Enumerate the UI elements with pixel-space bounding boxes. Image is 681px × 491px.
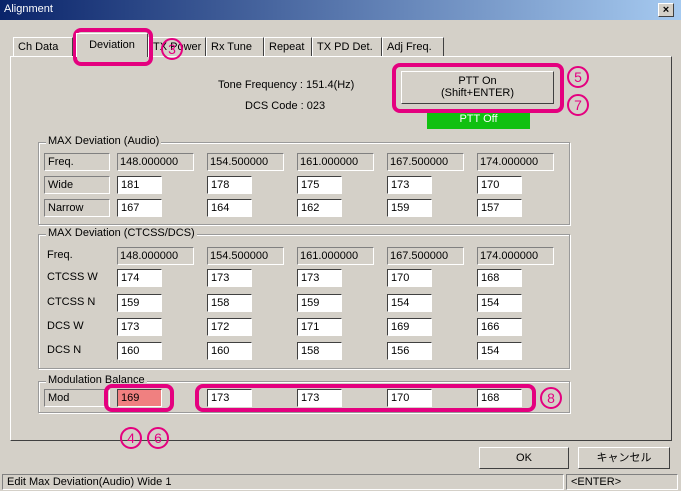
ctcss-n-input-2[interactable]: 158 (207, 294, 252, 312)
dcs-n-input-1[interactable]: 160 (117, 342, 162, 360)
audio-narrow-label: Narrow (44, 199, 110, 217)
audio-freq-5: 174.000000 (477, 153, 554, 171)
callout-8-icon: 8 (540, 387, 562, 409)
audio-narrow-input-4[interactable]: 159 (387, 199, 432, 217)
audio-wide-input-4[interactable]: 173 (387, 176, 432, 194)
ctcss-freq-5: 174.000000 (477, 247, 554, 265)
ctcss-freq-1: 148.000000 (117, 247, 194, 265)
audio-wide-input-5[interactable]: 170 (477, 176, 522, 194)
ctcss-w-input-2[interactable]: 173 (207, 269, 252, 287)
highlight-mod-first (104, 384, 174, 412)
alignment-window: Alignment × Ch Data Deviation TX Power R… (0, 0, 681, 491)
dcs-w-input-5[interactable]: 166 (477, 318, 522, 336)
dcs-n-input-4[interactable]: 156 (387, 342, 432, 360)
highlight-mod-rest (195, 384, 536, 412)
callout-5-icon: 5 (567, 66, 589, 88)
ctcss-w-input-3[interactable]: 173 (297, 269, 342, 287)
callout-6-icon: 6 (147, 427, 169, 449)
window-title: Alignment (4, 3, 53, 15)
tab-deviation[interactable]: Deviation (76, 33, 148, 57)
dcs-n-input-5[interactable]: 154 (477, 342, 522, 360)
ctcss-n-input-5[interactable]: 154 (477, 294, 522, 312)
audio-freq-4: 167.500000 (387, 153, 464, 171)
audio-freq-label: Freq. (44, 153, 110, 171)
ctcss-freq-3: 161.000000 (297, 247, 374, 265)
ctcss-n-input-4[interactable]: 154 (387, 294, 432, 312)
ctcss-n-label: CTCSS N (47, 296, 96, 308)
tab-repeat[interactable]: Repeat (264, 37, 312, 57)
cancel-button[interactable]: キャンセル (578, 447, 670, 469)
dcs-n-label: DCS N (47, 344, 82, 356)
ctcss-w-input-4[interactable]: 170 (387, 269, 432, 287)
audio-wide-input-3[interactable]: 175 (297, 176, 342, 194)
audio-freq-3: 161.000000 (297, 153, 374, 171)
ctcss-freq-label: Freq. (47, 249, 73, 261)
dcs-w-input-1[interactable]: 173 (117, 318, 162, 336)
ok-button[interactable]: OK (479, 447, 569, 469)
ctcss-freq-4: 167.500000 (387, 247, 464, 265)
ctcss-w-input-5[interactable]: 168 (477, 269, 522, 287)
audio-wide-input-2[interactable]: 178 (207, 176, 252, 194)
audio-wide-input-1[interactable]: 181 (117, 176, 162, 194)
status-key: <ENTER> (566, 474, 678, 490)
dcs-code-label: DCS Code : 023 (245, 100, 326, 112)
callout-7-icon: 7 (567, 94, 589, 116)
audio-narrow-input-5[interactable]: 157 (477, 199, 522, 217)
ctcss-freq-2: 154.500000 (207, 247, 284, 265)
audio-narrow-input-2[interactable]: 164 (207, 199, 252, 217)
dcs-w-label: DCS W (47, 320, 84, 332)
status-message: Edit Max Deviation(Audio) Wide 1 (2, 474, 564, 490)
dcs-w-input-4[interactable]: 169 (387, 318, 432, 336)
mod-label: Mod (44, 389, 110, 407)
close-button[interactable]: × (658, 3, 674, 17)
audio-freq-2: 154.500000 (207, 153, 284, 171)
audio-freq-1: 148.000000 (117, 153, 194, 171)
dcs-n-input-3[interactable]: 158 (297, 342, 342, 360)
dcs-n-input-2[interactable]: 160 (207, 342, 252, 360)
title-bar[interactable]: Alignment × (0, 0, 681, 20)
audio-narrow-input-1[interactable]: 167 (117, 199, 162, 217)
audio-narrow-input-3[interactable]: 162 (297, 199, 342, 217)
tab-tx-pd-det[interactable]: TX PD Det. (312, 37, 382, 57)
status-bar: Edit Max Deviation(Audio) Wide 1 <ENTER> (0, 472, 681, 491)
dcs-w-input-2[interactable]: 172 (207, 318, 252, 336)
ctcss-n-input-1[interactable]: 159 (117, 294, 162, 312)
ctcss-n-input-3[interactable]: 159 (297, 294, 342, 312)
callout-4-icon: 4 (120, 427, 142, 449)
audio-wide-label: Wide (44, 176, 110, 194)
ctcss-w-input-1[interactable]: 174 (117, 269, 162, 287)
tone-frequency-label: Tone Frequency : 151.4(Hz) (218, 79, 355, 91)
max-deviation-ctcss-title: MAX Deviation (CTCSS/DCS) (46, 227, 197, 239)
tab-adj-freq[interactable]: Adj Freq. (382, 37, 444, 57)
highlight-ptt-button (392, 63, 564, 113)
max-deviation-audio-title: MAX Deviation (Audio) (46, 135, 162, 147)
ctcss-w-label: CTCSS W (47, 271, 98, 283)
tab-ch-data[interactable]: Ch Data (13, 37, 73, 57)
callout-3-icon: 3 (161, 38, 183, 60)
dcs-w-input-3[interactable]: 171 (297, 318, 342, 336)
tab-rx-tune[interactable]: Rx Tune (206, 37, 264, 57)
